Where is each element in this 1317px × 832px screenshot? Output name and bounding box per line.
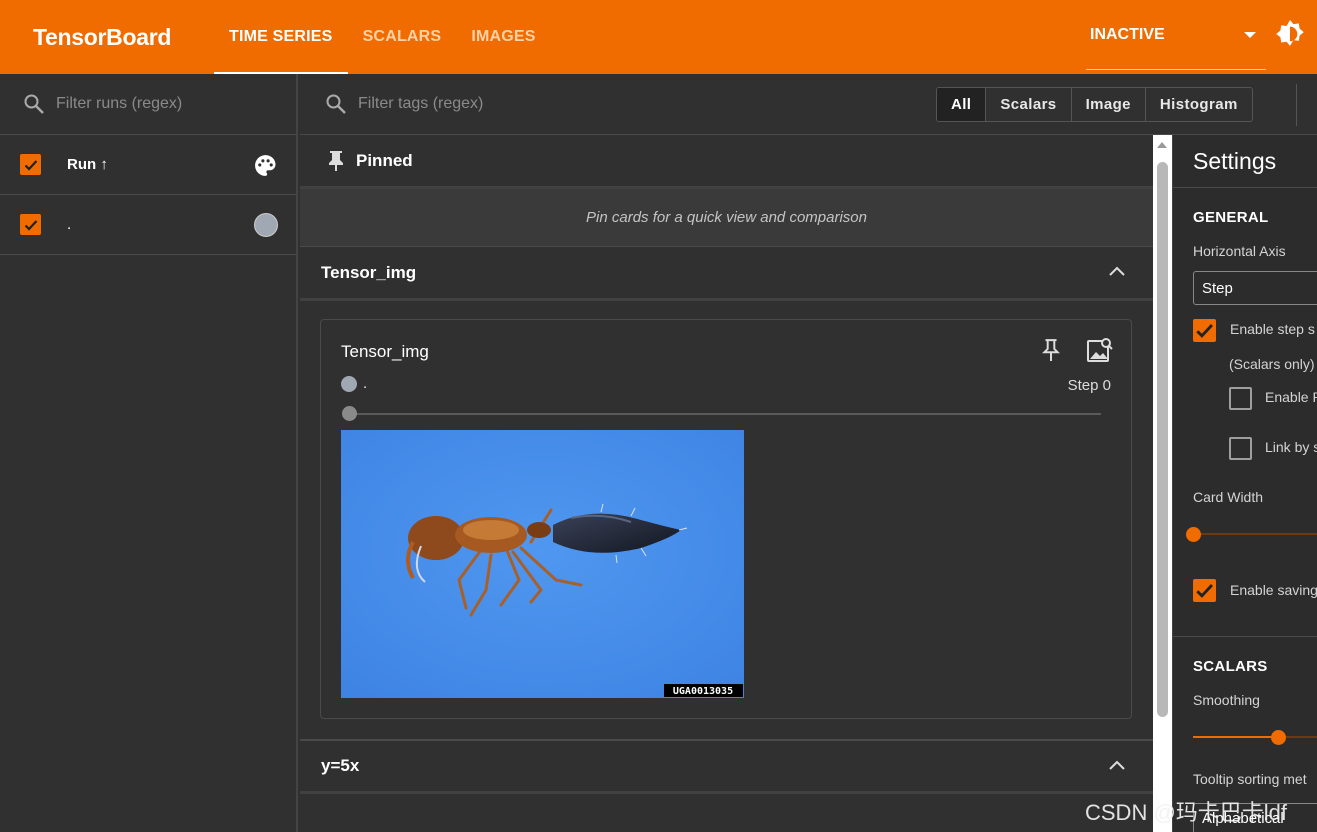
settings-divider	[1173, 636, 1317, 637]
palette-icon[interactable]	[253, 153, 278, 178]
scroll-up-arrow[interactable]	[1157, 142, 1167, 148]
pinned-section-header: Pinned	[300, 135, 1153, 189]
run-color-dot	[341, 375, 357, 392]
horizontal-axis-select[interactable]: Step	[1193, 271, 1317, 305]
link-by-step-label: Link by s	[1265, 439, 1317, 455]
watermark: CSDN @玛卡巴卡ldf	[1085, 800, 1288, 825]
pin-icon	[329, 150, 343, 171]
pinned-empty-message: Pin cards for a quick view and compariso…	[300, 189, 1153, 247]
toolbar-divider	[1296, 84, 1297, 126]
enable-saving-checkbox[interactable]	[1193, 579, 1216, 602]
run-color-swatch[interactable]	[254, 213, 278, 237]
brightness-icon[interactable]	[1274, 18, 1306, 50]
settings-panel: Settings GENERAL Horizontal Axis Step En…	[1172, 135, 1317, 832]
step-slider-track[interactable]	[349, 413, 1101, 415]
content-scrollbar[interactable]	[1153, 135, 1172, 832]
search-icon	[326, 94, 346, 114]
run-row[interactable]: .	[0, 195, 296, 255]
card-run-name: .	[363, 375, 368, 392]
chevron-up-icon[interactable]	[1108, 759, 1126, 771]
enable-range-label: Enable R	[1265, 389, 1317, 405]
run-status-dropdown[interactable]: INACTIVE	[1086, 0, 1266, 70]
enable-range-checkbox[interactable]	[1229, 387, 1252, 410]
enable-step-selection-label: Enable step s	[1230, 321, 1315, 337]
cards-content: Pinned Pin cards for a quick view and co…	[300, 135, 1153, 832]
tag-filter-input[interactable]: Filter tags (regex)	[358, 95, 483, 113]
pin-icon[interactable]	[1040, 336, 1062, 364]
run-checkbox[interactable]	[20, 214, 41, 235]
enable-saving-label: Enable saving	[1230, 582, 1317, 598]
runs-table-header: Run ↑	[0, 135, 296, 195]
check-icon	[24, 219, 37, 231]
card-width-label: Card Width	[1193, 489, 1264, 505]
group-title: y=5x	[321, 756, 360, 775]
ant-image: UGA0013035	[341, 430, 744, 698]
tab-time-series[interactable]: TIME SERIES	[214, 0, 348, 74]
tab-images[interactable]: IMAGES	[456, 0, 550, 74]
settings-title: Settings	[1173, 135, 1317, 188]
search-icon	[24, 94, 44, 114]
chevron-up-icon[interactable]	[1108, 265, 1126, 277]
card-width-slider-handle[interactable]	[1186, 527, 1201, 542]
group-header-tensor-img[interactable]: Tensor_img	[300, 247, 1153, 301]
check-icon	[1196, 584, 1214, 598]
card-title: Tensor_img	[341, 342, 429, 361]
run-status-label: INACTIVE	[1090, 25, 1165, 43]
step-slider-handle[interactable]	[342, 406, 357, 421]
filter-scalars-button[interactable]: Scalars	[985, 88, 1070, 121]
image-card: Tensor_img . Step 0 UGA0013035	[320, 319, 1132, 719]
group-header-y5x[interactable]: y=5x	[300, 740, 1153, 794]
runs-filter-placeholder: Filter runs (regex)	[56, 95, 183, 112]
general-section-title: GENERAL	[1193, 209, 1269, 226]
image-caption: UGA0013035	[673, 686, 733, 697]
card-step-label: Step 0	[1067, 377, 1111, 394]
tooltip-sorting-label: Tooltip sorting met	[1193, 771, 1307, 787]
select-all-checkbox[interactable]	[20, 154, 41, 175]
group-title: Tensor_img	[321, 262, 417, 282]
group-cards: Tensor_img . Step 0 UGA0013035	[300, 301, 1153, 740]
horizontal-axis-value: Step	[1202, 279, 1233, 297]
check-icon	[1196, 324, 1214, 338]
card-run-legend: .	[341, 375, 367, 392]
enable-step-selection-checkbox[interactable]	[1193, 319, 1216, 342]
smoothing-slider-fill[interactable]	[1193, 736, 1278, 738]
link-by-step-checkbox[interactable]	[1229, 437, 1252, 460]
scroll-thumb[interactable]	[1157, 162, 1168, 717]
run-name: .	[67, 216, 72, 233]
brand-title: TensorBoard	[33, 23, 172, 50]
chevron-down-icon	[1244, 32, 1256, 38]
pinned-title: Pinned	[356, 150, 413, 170]
smoothing-label: Smoothing	[1193, 692, 1260, 708]
tab-scalars[interactable]: SCALARS	[348, 0, 457, 74]
image-zoom-icon[interactable]	[1086, 336, 1114, 364]
runs-filter[interactable]: Filter runs (regex)	[0, 74, 296, 135]
filter-histogram-button[interactable]: Histogram	[1144, 88, 1252, 121]
filter-image-button[interactable]: Image	[1070, 88, 1145, 121]
filter-all-button[interactable]: All	[937, 88, 986, 121]
top-app-bar: TensorBoard TIME SERIES SCALARS IMAGES I…	[0, 0, 1317, 74]
tag-filter-toolbar: Filter tags (regex) All Scalars Image Hi…	[300, 74, 1317, 135]
card-width-slider-track[interactable]	[1201, 533, 1317, 535]
runs-panel: Filter runs (regex) Run ↑ .	[0, 74, 298, 832]
run-column-sort[interactable]: Run ↑	[67, 156, 108, 173]
smoothing-slider-handle[interactable]	[1271, 730, 1286, 745]
horizontal-axis-label: Horizontal Axis	[1193, 243, 1286, 259]
check-icon	[24, 159, 37, 171]
card-type-filter: All Scalars Image Histogram	[936, 87, 1253, 122]
scalars-section-title: SCALARS	[1193, 658, 1268, 675]
scalars-only-note: (Scalars only)	[1229, 356, 1315, 372]
